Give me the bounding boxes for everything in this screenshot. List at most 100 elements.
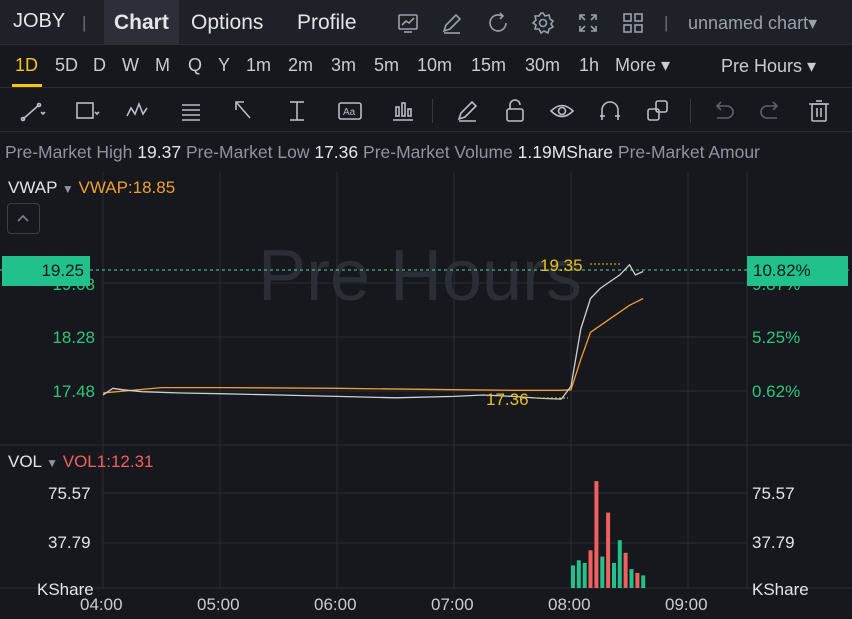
collapse-indicator-button[interactable] [7,203,40,234]
timeframe-1d[interactable]: 1D [15,55,38,76]
refresh-icon[interactable] [486,11,510,35]
session-dropdown[interactable]: Pre Hours ▾ [721,56,816,77]
measure-tool-icon[interactable] [286,98,312,124]
time-axis-tick: 07:00 [431,595,474,614]
pct-axis-tick: 5.25% [752,328,801,347]
volume-axis-tick: 37.79 [752,533,795,552]
premarket-low-label: Pre-Market Low [185,142,310,162]
timeframe-5m[interactable]: 5m [374,55,399,76]
watermark-text: Pre Hours [258,236,582,316]
volume-bar [600,556,605,588]
pattern-tool-icon[interactable] [126,98,152,124]
low-marker-label: 17.36 [486,390,529,409]
timeframe-bar: 1D 5D D W M Q Y 1m 2m 3m 5m 10m 15m 30m … [0,46,852,88]
vol-indicator-label[interactable]: VOL ▼ VOL1:12.31 [8,452,154,472]
timeframe-y[interactable]: Y [218,55,230,76]
time-axis-tick: 09:00 [665,595,708,614]
chart-name-dropdown[interactable]: unnamed chart▾ [688,13,817,34]
premarket-volume-label: Pre-Market Volume [363,142,513,162]
volume-bar [582,562,587,588]
time-axis-tick: 06:00 [314,595,357,614]
timeframe-15m[interactable]: 15m [471,55,506,76]
volume-bar [594,481,599,588]
tab-chart[interactable]: Chart [104,0,179,45]
volume-bar [641,575,646,588]
header-separator: | [82,13,87,32]
timeframe-2m[interactable]: 2m [288,55,313,76]
lock-icon[interactable] [502,98,528,124]
active-timeframe-indicator [12,84,42,87]
brush-tool-icon[interactable] [454,98,480,124]
top-bar: JOBY | Chart Options Profile | unnamed c… [0,0,852,45]
premarket-high-value: 19.37 [137,142,182,162]
text-tool-icon[interactable]: Aa [337,98,363,124]
trendline-tool-icon[interactable] [20,98,46,124]
more-timeframes-dropdown[interactable]: More ▾ [615,55,670,76]
volume-axis-unit: KShare [752,580,809,599]
premarket-volume-value: 1.19MShare [517,142,614,162]
rectangle-tool-icon[interactable] [74,98,100,124]
chevron-up-icon [17,214,29,222]
volume-axis-tick: 37.79 [48,533,91,552]
volume-bar [629,569,634,588]
volume-bar [635,572,640,588]
volume-bar [617,540,622,588]
timeframe-30m[interactable]: 30m [525,55,560,76]
trash-icon[interactable] [806,98,832,124]
time-axis-tick: 05:00 [197,595,240,614]
drawing-toolbar: Aa [0,89,852,132]
timeframe-w[interactable]: W [122,55,139,76]
volume-axis-tick: 75.57 [48,484,91,503]
layers-icon[interactable] [645,98,671,124]
current-pct-tag: 10.82% [747,256,848,286]
vol-value: VOL1:12.31 [62,452,154,471]
premarket-info-strip: Pre-Market High 19.37 Pre-Market Low 17.… [0,140,852,166]
premarket-amount-label: Pre-Market Amour [617,142,760,162]
settings-gear-icon[interactable] [531,11,555,35]
ticker-symbol: JOBY [13,10,66,32]
pct-axis-tick: 0.62% [752,382,801,401]
volume-bar [612,562,616,588]
chart-type-icon[interactable] [396,11,420,35]
timeframe-m[interactable]: M [155,55,170,76]
redo-icon[interactable] [758,98,784,124]
draw-pen-icon[interactable] [440,11,464,35]
volume-bar [576,560,581,588]
timeframe-1h[interactable]: 1h [579,55,599,76]
timeframe-1m[interactable]: 1m [246,55,271,76]
vwap-value: VWAP:18.85 [78,178,176,197]
tab-options[interactable]: Options [181,0,273,45]
timeframe-10m[interactable]: 10m [417,55,452,76]
visibility-eye-icon[interactable] [549,98,575,124]
layout-grid-icon[interactable] [621,11,645,35]
price-axis-tick: 17.48 [52,382,95,401]
timeframe-3m[interactable]: 3m [331,55,356,76]
premarket-low-value: 17.36 [314,142,359,162]
volume-bar [588,550,593,588]
volume-bar [571,565,575,588]
fullscreen-icon[interactable] [576,11,600,35]
volume-bar [623,552,628,588]
toolbar-divider [432,99,433,123]
timeframe-q[interactable]: Q [188,55,202,76]
timeframe-d[interactable]: D [93,55,106,76]
price-axis-tick: 18.28 [52,328,95,347]
header-separator-2: | [664,13,669,32]
toolbar-divider-2 [690,99,691,123]
vwap-indicator-label[interactable]: VWAP ▼ VWAP:18.85 [8,178,175,198]
volume-axis-tick: 75.57 [752,484,795,503]
price-volume-chart[interactable]: Pre Hours [0,172,852,619]
arrow-tool-icon[interactable] [232,98,258,124]
fibonacci-tool-icon[interactable] [180,98,206,124]
magnet-icon[interactable] [597,98,623,124]
time-axis-tick: 04:00 [80,595,123,614]
volume-bar [606,512,611,588]
high-marker-label: 19.35 [540,256,583,275]
candlestick-tool-icon[interactable] [390,98,416,124]
time-axis-tick: 08:00 [548,595,591,614]
timeframe-5d[interactable]: 5D [55,55,78,76]
premarket-high-label: Pre-Market High [5,142,133,162]
undo-icon[interactable] [710,98,736,124]
volume-bars [571,481,646,588]
tab-profile[interactable]: Profile [287,0,367,45]
